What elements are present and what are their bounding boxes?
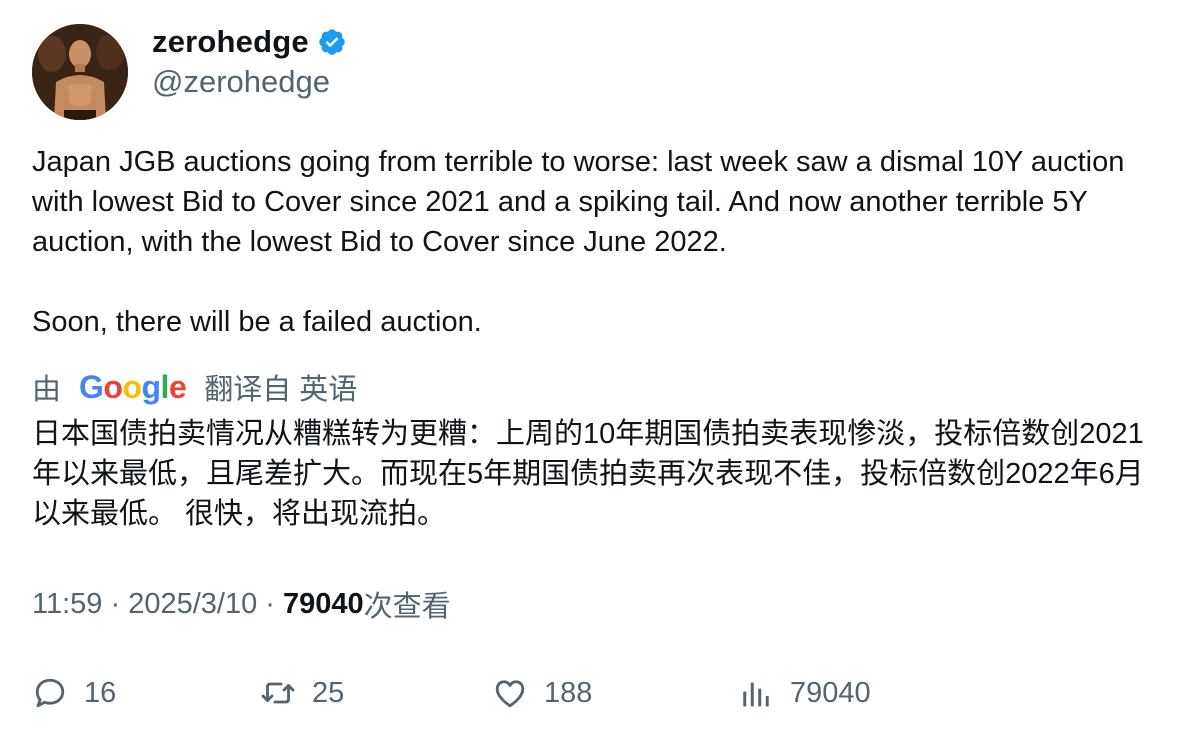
tweet-date[interactable]: 2025/3/10 [128, 588, 257, 621]
retweet-button[interactable]: 25 [260, 670, 344, 716]
display-name[interactable]: zerohedge [152, 24, 309, 60]
verified-badge-icon [317, 27, 347, 57]
user-handle[interactable]: @zerohedge [152, 64, 330, 100]
tweet-paragraph-2: Soon, there will be a failed auction. [32, 306, 482, 338]
translation-attribution: 由 Google 翻译自 英语 [32, 366, 357, 408]
avatar[interactable] [32, 24, 128, 120]
tweet-text: Japan JGB auctions going from terrible t… [32, 142, 1172, 342]
translation-suffix: 翻译自 英语 [204, 374, 358, 406]
tweet-time[interactable]: 11:59 [32, 588, 102, 621]
retweet-icon [261, 682, 295, 704]
reply-count: 16 [84, 676, 117, 709]
like-button[interactable]: 188 [492, 670, 592, 716]
translation-prefix: 由 [32, 374, 62, 406]
reply-button[interactable]: 16 [32, 670, 116, 716]
analytics-icon [743, 682, 769, 707]
action-bar: 16 25 188 79040 [32, 670, 1172, 716]
google-logo[interactable]: Google [79, 369, 187, 406]
avatar-image [32, 24, 128, 120]
reply-icon [35, 678, 65, 708]
retweet-count: 25 [312, 676, 345, 709]
meta-separator: · [102, 587, 129, 620]
tweet-paragraph-1: Japan JGB auctions going from terrible t… [32, 146, 1125, 258]
heart-icon [495, 680, 525, 708]
views-label: 次查看 [363, 591, 451, 623]
translated-text: 日本国债拍卖情况从糟糕转为更糟：上周的10年期国债拍卖表现惨淡，投标倍数创202… [32, 418, 1144, 530]
meta-separator: · [257, 587, 283, 620]
like-count: 188 [544, 676, 593, 709]
tweet-card: zerohedge @zerohedge Japan JGB auctions … [0, 0, 1196, 738]
name-row: zerohedge [152, 24, 347, 60]
tweet-meta: 11:59 · 2025/3/10 · 79040 次查看 [32, 584, 451, 624]
views-button[interactable]: 79040 [738, 670, 871, 716]
views-count: 79040 [283, 587, 364, 620]
views-action-count: 79040 [790, 676, 871, 709]
